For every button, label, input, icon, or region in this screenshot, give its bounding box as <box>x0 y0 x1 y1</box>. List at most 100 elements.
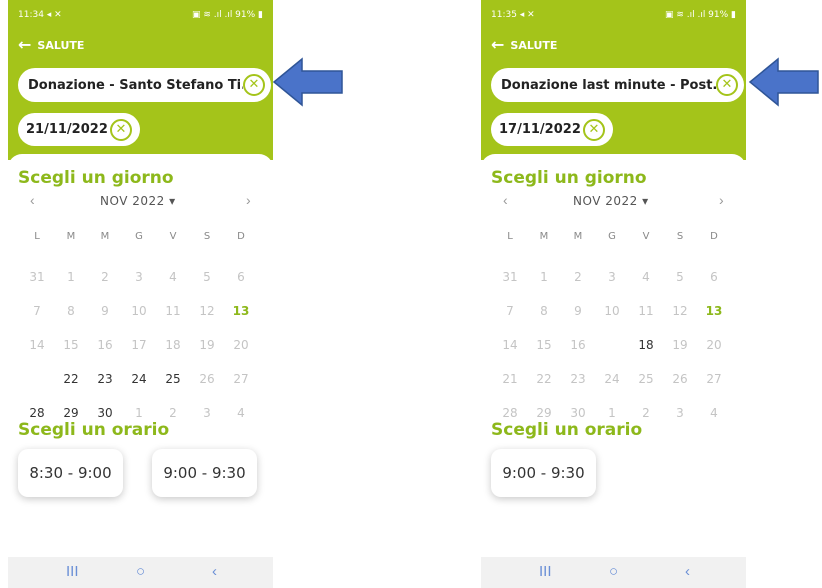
calendar-day: 10 <box>597 300 627 322</box>
calendar-day-number: 12 <box>672 304 688 318</box>
calendar-day: 18 <box>158 334 188 356</box>
calendar-day: 3 <box>192 402 222 424</box>
system-nav-bar: III ○ ‹ <box>481 557 746 588</box>
calendar-day: 26 <box>192 368 222 390</box>
back-label: SALUTE <box>510 38 558 52</box>
calendar-day-number: 16 <box>97 338 113 352</box>
clear-donation-icon[interactable]: ✕ <box>243 74 265 96</box>
calendar-day-number: 14 <box>29 338 45 352</box>
calendar-day-number: 30 <box>570 406 586 420</box>
calendar-day-number: 21 <box>502 372 518 386</box>
donation-filter-chip[interactable]: Donazione last minute - Post... ✕ <box>491 68 744 102</box>
calendar-day: 19 <box>192 334 222 356</box>
calendar-day[interactable]: 24 <box>124 368 154 390</box>
next-month-icon[interactable]: › <box>719 192 724 208</box>
month-selector[interactable]: NOV 2022 ▾ <box>573 194 649 208</box>
calendar-day-selected[interactable]: 21 <box>22 364 52 390</box>
calendar-day-number: 28 <box>29 406 45 420</box>
calendar-day-number: 29 <box>536 406 552 420</box>
home-icon[interactable]: ○ <box>609 563 618 580</box>
weekday-label: D <box>710 231 718 242</box>
calendar-day-number: 30 <box>97 406 113 420</box>
calendar-day: 7 <box>22 300 52 322</box>
calendar-day-number: 3 <box>608 270 616 284</box>
time-slot[interactable]: 9:00 - 9:30 <box>152 449 257 497</box>
calendar-day-number: 27 <box>706 372 722 386</box>
calendar-day-number: 23 <box>570 372 586 386</box>
donation-filter-chip[interactable]: Donazione - Santo Stefano Ti... ✕ <box>18 68 271 102</box>
status-time: 11:34 ◂ ✕ <box>18 10 62 20</box>
clear-donation-icon[interactable]: ✕ <box>716 74 738 96</box>
calendar-day-number: 16 <box>570 338 586 352</box>
calendar-day: 14 <box>22 334 52 356</box>
calendar-day: 9 <box>563 300 593 322</box>
calendar-day: 27 <box>699 368 729 390</box>
calendar-day-number: 1 <box>67 270 75 284</box>
calendar-day-number: 18 <box>165 338 181 352</box>
recent-apps-icon[interactable]: III <box>539 563 552 580</box>
pointer-arrow-icon <box>272 57 343 107</box>
calendar-day-number: 31 <box>29 270 45 284</box>
calendar-day-number: 13 <box>232 304 250 318</box>
calendar-day: 26 <box>665 368 695 390</box>
calendar-day-number: 20 <box>233 338 249 352</box>
back-nav-icon[interactable]: ‹ <box>685 563 690 580</box>
back-button[interactable]: ← SALUTE <box>18 37 84 53</box>
time-slot[interactable]: 9:00 - 9:30 <box>491 449 596 497</box>
pointer-arrow-icon <box>748 57 819 107</box>
calendar-day-number: 9 <box>574 304 582 318</box>
calendar-day: 15 <box>529 334 559 356</box>
calendar-day: 15 <box>56 334 86 356</box>
selected-date: 21/11/2022 <box>26 122 108 137</box>
calendar-day: 13 <box>699 300 729 322</box>
phone-screen-left: 11:34 ◂ ✕ ▣ ≋ .ıl .ıl 91% ▮ ← SALUTE Don… <box>8 0 273 588</box>
calendar-day[interactable]: 18 <box>631 334 661 356</box>
prev-month-icon[interactable]: ‹ <box>30 192 35 208</box>
calendar-day-number: 3 <box>135 270 143 284</box>
calendar-day-number: 11 <box>165 304 181 318</box>
calendar-day: 3 <box>665 402 695 424</box>
clear-date-icon[interactable]: ✕ <box>583 119 605 141</box>
calendar-day[interactable]: 23 <box>90 368 120 390</box>
selected-date: 17/11/2022 <box>499 122 581 137</box>
status-icons: ▣ ≋ .ıl .ıl 91% ▮ <box>664 10 736 20</box>
month-selector[interactable]: NOV 2022 ▾ <box>100 194 176 208</box>
home-icon[interactable]: ○ <box>136 563 145 580</box>
weekday-label: M <box>573 231 583 242</box>
calendar-day: 25 <box>631 368 661 390</box>
calendar-day: 23 <box>563 368 593 390</box>
calendar-day[interactable]: 22 <box>56 368 86 390</box>
calendar-day: 20 <box>226 334 256 356</box>
prev-month-icon[interactable]: ‹ <box>503 192 508 208</box>
calendar-day: 1 <box>56 266 86 288</box>
calendar-day: 4 <box>631 266 661 288</box>
month-navigator: ‹ NOV 2022 ▾ › <box>481 192 746 212</box>
back-arrow-icon: ← <box>491 35 505 54</box>
next-month-icon[interactable]: › <box>246 192 251 208</box>
calendar-day: 9 <box>90 300 120 322</box>
calendar-day-selected[interactable]: 17 <box>597 330 627 356</box>
calendar-day: 5 <box>665 266 695 288</box>
calendar-day-number: 23 <box>97 372 113 386</box>
calendar-day-number: 1 <box>608 406 616 420</box>
calendar-day-number: 22 <box>536 372 552 386</box>
calendar-day: 7 <box>495 300 525 322</box>
calendar-day[interactable]: 25 <box>158 368 188 390</box>
back-nav-icon[interactable]: ‹ <box>212 563 217 580</box>
time-slot[interactable]: 8:30 - 9:00 <box>18 449 123 497</box>
back-button[interactable]: ← SALUTE <box>491 35 558 54</box>
clear-date-icon[interactable]: ✕ <box>110 119 132 141</box>
calendar-day: 19 <box>665 334 695 356</box>
system-nav-bar: III ○ ‹ <box>8 557 273 588</box>
calendar-day-number: 28 <box>502 406 518 420</box>
recent-apps-icon[interactable]: III <box>66 563 79 580</box>
weekday-label: S <box>676 231 684 242</box>
date-filter-chip[interactable]: 17/11/2022 ✕ <box>491 113 613 146</box>
calendar-day: 1 <box>529 266 559 288</box>
phone-screen-right: 11:35 ◂ ✕ ▣ ≋ .ıl .ıl 91% ▮ ← SALUTE Don… <box>481 0 746 588</box>
calendar-day: 31 <box>495 266 525 288</box>
calendar-day: 20 <box>699 334 729 356</box>
calendar-day-number: 6 <box>710 270 718 284</box>
calendar-day: 3 <box>597 266 627 288</box>
date-filter-chip[interactable]: 21/11/2022 ✕ <box>18 113 140 146</box>
